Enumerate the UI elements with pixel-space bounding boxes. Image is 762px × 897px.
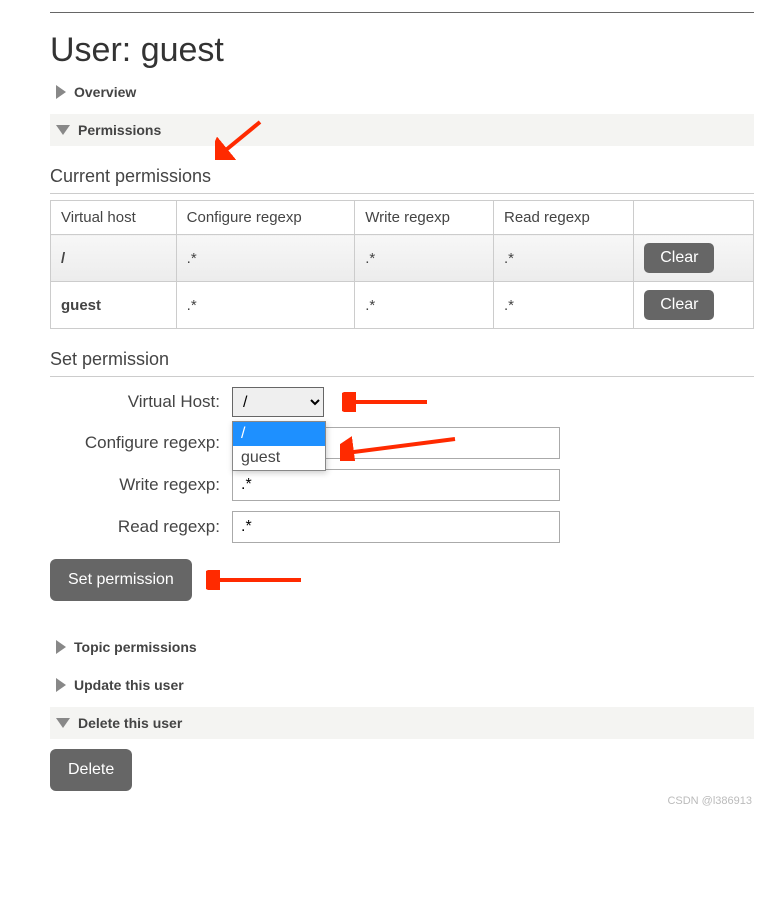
page-title: User: guest bbox=[50, 31, 754, 70]
delete-button[interactable]: Delete bbox=[50, 749, 132, 791]
cell-vhost: guest bbox=[51, 282, 177, 329]
section-update-user-label: Update this user bbox=[74, 677, 184, 693]
chevron-down-icon bbox=[56, 125, 70, 135]
col-actions bbox=[634, 201, 754, 235]
annotation-arrow bbox=[342, 392, 432, 412]
section-topic-permissions-label: Topic permissions bbox=[74, 639, 197, 655]
table-row: / .* .* .* Clear bbox=[51, 235, 754, 282]
title-prefix: User: bbox=[50, 31, 131, 69]
cell-configure: .* bbox=[176, 235, 355, 282]
current-permissions-heading: Current permissions bbox=[50, 166, 754, 194]
vhost-option[interactable]: guest bbox=[233, 446, 325, 470]
read-input[interactable] bbox=[232, 511, 560, 543]
section-permissions[interactable]: Permissions bbox=[50, 114, 754, 146]
table-row: guest .* .* .* Clear bbox=[51, 282, 754, 329]
vhost-select[interactable]: / bbox=[232, 387, 324, 417]
set-permission-button[interactable]: Set permission bbox=[50, 559, 192, 601]
section-topic-permissions[interactable]: Topic permissions bbox=[50, 631, 754, 663]
col-configure: Configure regexp bbox=[176, 201, 355, 235]
clear-button[interactable]: Clear bbox=[644, 290, 714, 320]
permissions-table: Virtual host Configure regexp Write rege… bbox=[50, 200, 754, 329]
configure-label: Configure regexp: bbox=[50, 433, 232, 453]
section-overview[interactable]: Overview bbox=[50, 76, 754, 108]
chevron-right-icon bbox=[56, 678, 66, 692]
section-permissions-label: Permissions bbox=[78, 122, 161, 138]
write-input[interactable] bbox=[232, 469, 560, 501]
cell-read: .* bbox=[493, 235, 633, 282]
title-value: guest bbox=[141, 31, 224, 69]
clear-button[interactable]: Clear bbox=[644, 243, 714, 273]
cell-read: .* bbox=[493, 282, 633, 329]
vhost-dropdown-list[interactable]: / guest bbox=[232, 421, 326, 471]
chevron-right-icon bbox=[56, 640, 66, 654]
read-label: Read regexp: bbox=[50, 517, 232, 537]
cell-vhost: / bbox=[51, 235, 177, 282]
table-header-row: Virtual host Configure regexp Write rege… bbox=[51, 201, 754, 235]
chevron-right-icon bbox=[56, 85, 66, 99]
vhost-option[interactable]: / bbox=[233, 422, 325, 446]
set-permission-form: Virtual Host: / / guest Configure regexp… bbox=[50, 387, 754, 601]
col-read: Read regexp bbox=[493, 201, 633, 235]
annotation-arrow bbox=[206, 570, 306, 590]
section-delete-user-label: Delete this user bbox=[78, 715, 182, 731]
set-permission-heading: Set permission bbox=[50, 349, 754, 377]
cell-write: .* bbox=[355, 282, 494, 329]
section-delete-user[interactable]: Delete this user bbox=[50, 707, 754, 739]
cell-configure: .* bbox=[176, 282, 355, 329]
cell-write: .* bbox=[355, 235, 494, 282]
chevron-down-icon bbox=[56, 718, 70, 728]
cell-action: Clear bbox=[634, 282, 754, 329]
section-update-user[interactable]: Update this user bbox=[50, 669, 754, 701]
vhost-label: Virtual Host: bbox=[50, 392, 232, 412]
write-label: Write regexp: bbox=[50, 475, 232, 495]
col-vhost: Virtual host bbox=[51, 201, 177, 235]
cell-action: Clear bbox=[634, 235, 754, 282]
watermark: CSDN @l386913 bbox=[667, 795, 752, 807]
col-write: Write regexp bbox=[355, 201, 494, 235]
section-overview-label: Overview bbox=[74, 84, 136, 100]
